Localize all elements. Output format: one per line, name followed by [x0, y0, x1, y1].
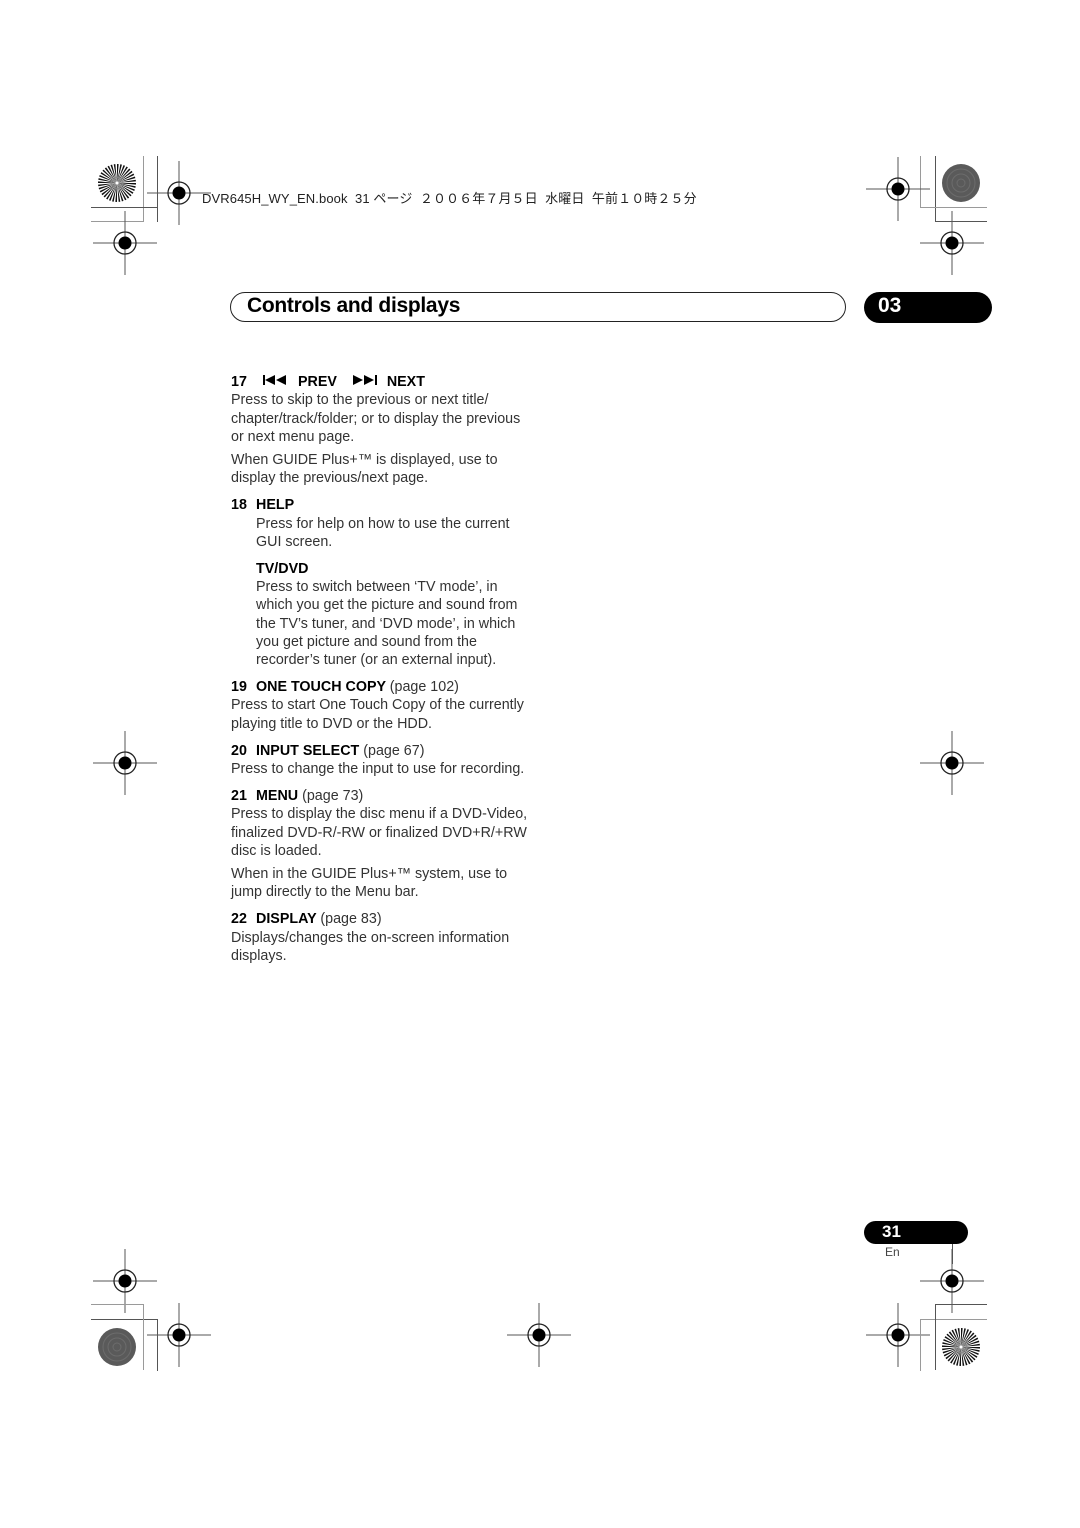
color-target-disc-icon — [97, 1327, 137, 1367]
entry-18: 18 HELP Press for help on how to use the … — [231, 496, 531, 669]
crop-mark-line — [91, 1304, 143, 1305]
color-target-starburst-icon — [941, 1327, 981, 1367]
entry-number: 20 — [231, 742, 247, 759]
entry-label: HELP — [256, 497, 295, 514]
entry-20: 20 INPUT SELECT (page 67) Press to change… — [231, 742, 531, 778]
crop-mark-line — [920, 1319, 921, 1371]
page-number-tick — [952, 1244, 953, 1264]
entry-22: 22 DISPLAY (page 83) Displays/changes the… — [231, 910, 531, 965]
entry-heading: 22 DISPLAY (page 83) — [231, 910, 531, 928]
entry-description: When GUIDE Plus+™ is displayed, use to d… — [231, 451, 498, 487]
page-reference: (page 102) — [389, 679, 459, 696]
prev-label: PREV — [297, 374, 337, 390]
entry-number: 17 — [231, 374, 247, 390]
registration-mark-icon — [80, 198, 170, 288]
entry-label: DISPLAY — [256, 911, 317, 928]
entry-label: INPUT SELECT — [256, 742, 360, 759]
entry-number: 21 — [231, 788, 247, 805]
registration-mark-icon — [907, 198, 997, 288]
color-target-disc-icon — [941, 163, 981, 203]
registration-mark-icon — [80, 718, 170, 808]
chapter-title-box: Controls and displays — [230, 292, 846, 322]
entry-description: Press to change the input to use for rec… — [231, 760, 525, 777]
entry-number: 18 — [231, 497, 247, 514]
entry-description: Press to display the disc menu if a DVD-… — [231, 806, 528, 859]
entry-description: Press to start One Touch Copy of the cur… — [231, 697, 524, 732]
crop-mark-line — [935, 1304, 936, 1370]
page-reference: (page 83) — [320, 911, 382, 928]
crop-mark-line — [920, 1319, 987, 1320]
page-reference: (page 67) — [363, 742, 425, 759]
content-column: 17 PREV NEXT Press to skip to the previo… — [231, 373, 531, 974]
sub-entry-heading: TV/DVD — [256, 560, 309, 577]
entry-description: Press for help on how to use the current… — [256, 515, 510, 550]
entry-19: 19 ONE TOUCH COPY (page 102) Press to sta… — [231, 678, 531, 733]
crop-mark-line — [143, 1304, 144, 1370]
print-slug: DVR645H_WY_EN.book 31 ページ ２００６年７月５日 水曜日 … — [202, 191, 697, 206]
chapter-title: Controls and displays — [247, 294, 461, 317]
skip-previous-icon — [262, 373, 292, 391]
next-label: NEXT — [386, 374, 425, 390]
entry-heading: 19 ONE TOUCH COPY (page 102) — [231, 678, 531, 696]
entry-label: MENU — [256, 788, 299, 805]
registration-mark-icon — [853, 1290, 943, 1380]
entry-heading: 21 MENU (page 73) — [231, 787, 531, 805]
entry-number: 19 — [231, 679, 247, 696]
entry-description: When in the GUIDE Plus+™ system, use to … — [231, 865, 508, 901]
page-number-tab: 31 — [864, 1221, 968, 1244]
registration-mark-icon — [907, 718, 997, 808]
chapter-number: 03 — [878, 294, 902, 317]
entry-21: 21 MENU (page 73) Press to display the di… — [231, 787, 531, 901]
skip-next-icon — [351, 373, 381, 391]
entry-description: Press to switch between ‘TV mode’, in wh… — [256, 579, 518, 668]
page-number: 31 — [882, 1222, 901, 1241]
color-target-starburst-icon — [97, 163, 137, 203]
entry-description: Displays/changes the on-screen informati… — [231, 929, 510, 964]
crop-mark-line — [935, 1304, 987, 1305]
entry-description: Press to skip to the previous or next ti… — [231, 392, 521, 445]
chapter-number-tab: 03 — [864, 292, 992, 323]
entry-17: 17 PREV NEXT Press to skip to the previo… — [231, 373, 531, 487]
entry-heading: 17 PREV NEXT — [231, 373, 531, 391]
language-label: En — [885, 1245, 900, 1259]
entry-label: ONE TOUCH COPY — [256, 679, 386, 696]
registration-mark-icon — [494, 1290, 584, 1380]
entry-heading: 20 INPUT SELECT (page 67) — [231, 742, 531, 760]
registration-mark-icon — [134, 1290, 224, 1380]
entry-number: 22 — [231, 911, 247, 928]
crop-mark-line — [157, 1319, 158, 1371]
crop-mark-line — [91, 1319, 157, 1320]
page-reference: (page 73) — [302, 788, 364, 805]
entry-heading: 18 HELP — [231, 496, 531, 514]
